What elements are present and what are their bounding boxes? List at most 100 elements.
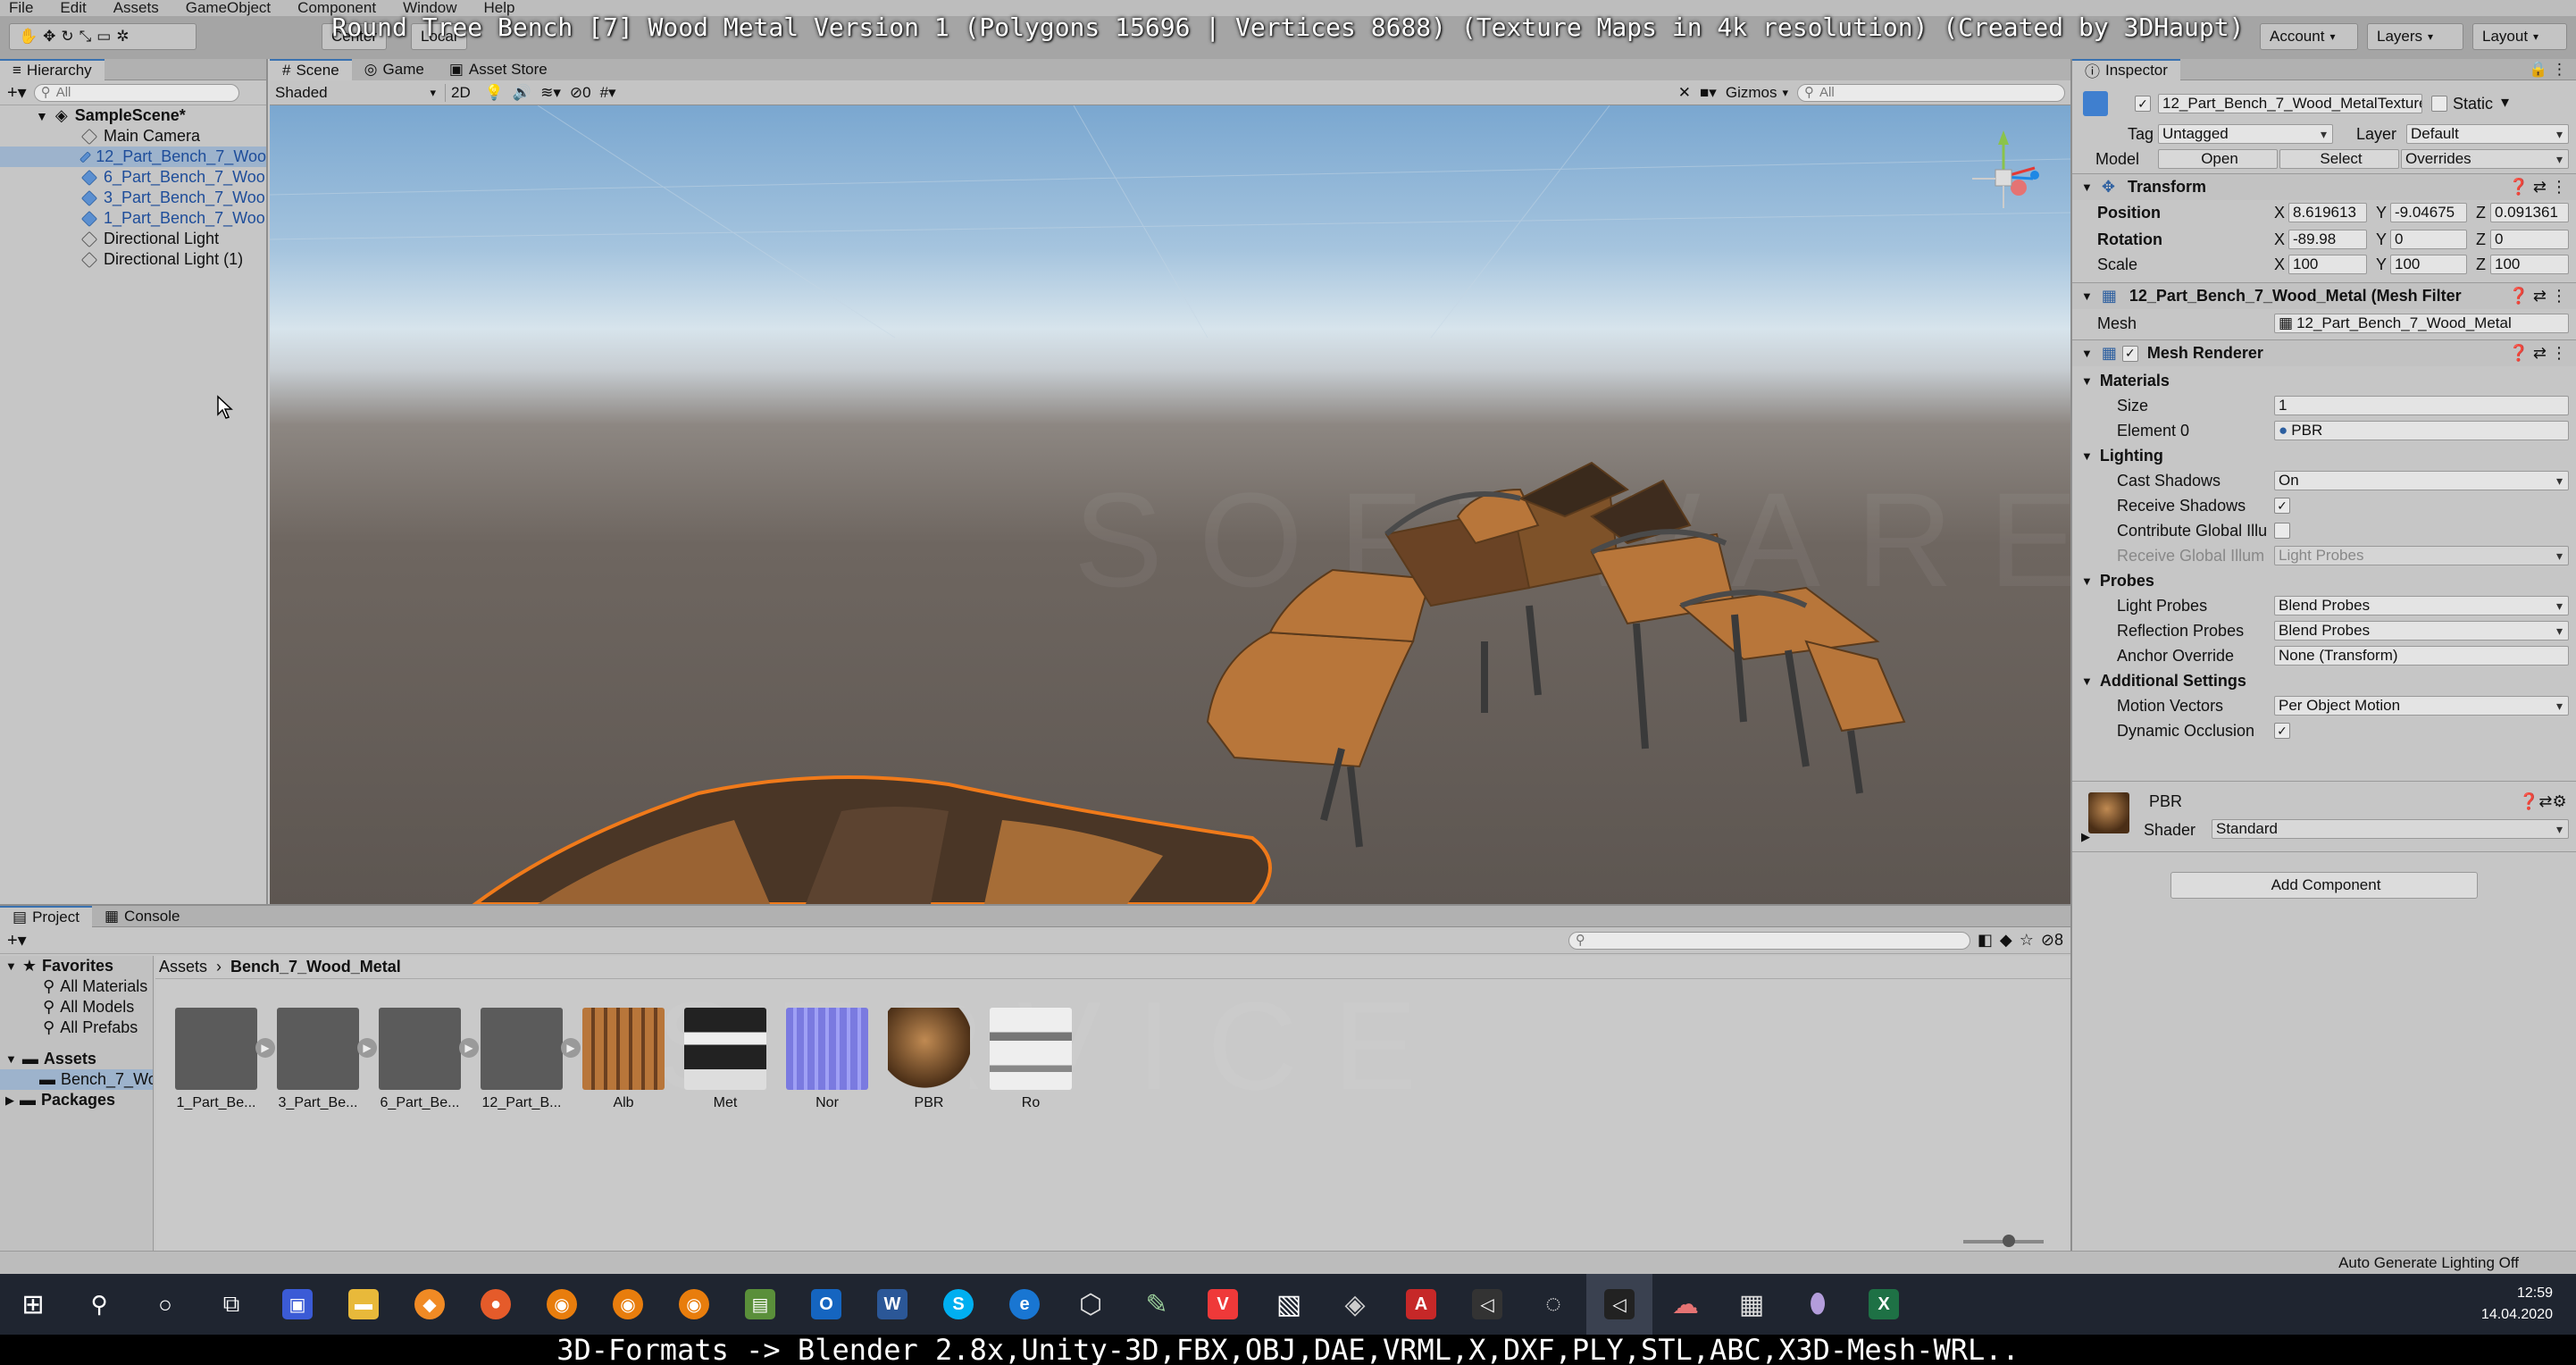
static-checkbox[interactable] (2431, 96, 2447, 112)
shader-dropdown[interactable]: Standard (2212, 819, 2569, 839)
lighting-toggle-icon[interactable]: 💡 (485, 84, 504, 102)
favorite-all-prefabs[interactable]: ⚲ All Prefabs (0, 1017, 153, 1038)
app-icon[interactable]: ◈ (1322, 1274, 1388, 1335)
asset-tile[interactable]: ▶ 3_Part_Be... (275, 1008, 377, 1111)
flame-app-icon[interactable]: ◆ (397, 1274, 463, 1335)
vivaldi-icon[interactable]: V (1190, 1274, 1256, 1335)
tab-console[interactable]: ▦ Console (92, 908, 192, 925)
tab-asset-store[interactable]: ▣ Asset Store (437, 59, 560, 80)
tab-inspector[interactable]: ⓘ Inspector (2072, 58, 2180, 80)
cast-shadows-dropdown[interactable]: On (2274, 471, 2569, 490)
account-dropdown[interactable]: Account ▾ (2260, 23, 2358, 50)
hidden-packages-toggle[interactable]: ⊘8 (2041, 931, 2063, 950)
asset-tile[interactable]: ▶ 12_Part_B... (479, 1008, 581, 1111)
asset-tile[interactable]: Ro (988, 1008, 1074, 1111)
breadcrumb-assets[interactable]: Assets (159, 958, 207, 976)
unity-editor-icon[interactable]: ◁ (1586, 1274, 1652, 1335)
search-icon[interactable]: ⚲ (66, 1274, 132, 1335)
file-explorer-icon[interactable]: ▬ (330, 1274, 397, 1335)
position-x-field[interactable]: 8.619613 (2288, 203, 2367, 222)
favorite-all-models[interactable]: ⚲ All Models (0, 997, 153, 1017)
rotation-x-field[interactable]: -89.98 (2288, 230, 2367, 249)
camera-dropdown-icon[interactable]: ■▾ (1700, 84, 1717, 102)
object-name-field[interactable]: 12_Part_Bench_7_Wood_MetalTexture-F (2158, 94, 2422, 113)
light-probes-dropdown[interactable]: Blend Probes (2274, 596, 2569, 616)
spreadsheet-app-icon[interactable]: ▤ (727, 1274, 793, 1335)
hierarchy-search-input[interactable]: All (33, 83, 239, 102)
scene-search-input[interactable]: All (1797, 83, 2065, 102)
menu-gameobject[interactable]: GameObject (186, 0, 271, 17)
hidden-objects-toggle[interactable]: ⊘0 (570, 84, 591, 102)
component-menu-icon[interactable]: ❓ ⇄ ⋮ (2509, 178, 2576, 197)
transform-header[interactable]: ▼ ✥ Transform ❓ ⇄ ⋮ (2072, 173, 2576, 200)
tab-scene[interactable]: # Scene (270, 59, 352, 80)
asset-tile[interactable]: PBR (886, 1008, 972, 1111)
tag-dropdown[interactable]: Untagged (2158, 124, 2333, 144)
materials-size-field[interactable]: 1 (2274, 396, 2569, 415)
orientation-gizmo[interactable] (1963, 123, 2044, 230)
lighting-foldout[interactable]: ▼ Lighting (2072, 443, 2576, 468)
receive-shadows-checkbox[interactable]: ✓ (2274, 498, 2290, 514)
asset-tile[interactable]: Alb (581, 1008, 666, 1111)
firefox-icon[interactable]: ● (463, 1274, 529, 1335)
hierarchy-item-12-part-bench[interactable]: 12_Part_Bench_7_Woo (0, 147, 266, 167)
paint-app-icon[interactable]: ☁ (1652, 1274, 1719, 1335)
element0-material-field[interactable]: ● PBR (2274, 421, 2569, 440)
packages-folder[interactable]: ▶ ▬ Packages (0, 1090, 153, 1110)
transform-tools[interactable]: ✋ ✥ ↻ ⤡ ▭ ✲ (9, 23, 197, 50)
hierarchy-item-6-part-bench[interactable]: 6_Part_Bench_7_Woo (0, 167, 266, 188)
move-tool-icon[interactable]: ✥ (43, 28, 55, 46)
breadcrumb-current[interactable]: Bench_7_Wood_Metal (230, 958, 401, 976)
hierarchy-item-directional-light[interactable]: Directional Light (0, 229, 266, 249)
add-object-button[interactable]: +▾ (7, 81, 27, 104)
cortana-icon[interactable]: ○ (132, 1274, 198, 1335)
grid-dropdown-icon[interactable]: #▾ (600, 84, 616, 102)
project-search-input[interactable] (1568, 931, 1970, 950)
lighting-status[interactable]: Auto Generate Lighting Off (2338, 1254, 2519, 1272)
material-menu-icon[interactable]: ❓⇄⚙ (2519, 792, 2567, 811)
assets-folder[interactable]: ▼ ▬ Assets (0, 1049, 153, 1069)
acrobat-icon[interactable]: A (1388, 1274, 1454, 1335)
lock-icon[interactable]: 🔒 ⋮ (2529, 61, 2576, 79)
hierarchy-item-directional-light-1[interactable]: Directional Light (1) (0, 249, 266, 270)
pivot-local-toggle[interactable]: Local (411, 23, 467, 50)
favorites-header[interactable]: ▼ ★ Favorites (0, 956, 153, 976)
expand-prefab-icon[interactable]: ▶ (561, 1038, 581, 1058)
expand-prefab-icon[interactable]: ▶ (255, 1038, 275, 1058)
3d-viewer-icon[interactable]: ⬡ (1058, 1274, 1124, 1335)
expand-arrow-icon[interactable]: ▼ (36, 109, 48, 123)
rotate-tool-icon[interactable]: ↻ (61, 28, 73, 46)
gizmos-dropdown[interactable]: Gizmos ▾ (1726, 84, 1788, 102)
filter-type-icon[interactable]: ◧ (1978, 931, 1993, 950)
menu-help[interactable]: Help (484, 0, 515, 17)
expand-arrow-icon[interactable]: ▶ (2081, 830, 2090, 844)
maps-pin-icon[interactable]: ⬮ (1785, 1274, 1851, 1335)
effects-dropdown-icon[interactable]: ≋▾ (540, 84, 561, 102)
rect-tool-icon[interactable]: ▭ (96, 28, 111, 46)
windows-start-icon[interactable]: ⊞ (0, 1274, 66, 1335)
component-menu-icon[interactable]: ❓ ⇄ ⋮ (2509, 344, 2576, 363)
open-button[interactable]: Open (2158, 149, 2278, 169)
menu-component[interactable]: Component (297, 0, 376, 17)
mesh-renderer-header[interactable]: ▼ ▦ ✓ Mesh Renderer ❓ ⇄ ⋮ (2072, 339, 2576, 366)
filter-label-icon[interactable]: ◆ (2000, 931, 2012, 950)
task-view-icon[interactable]: ⧉ (198, 1274, 264, 1335)
layers-dropdown[interactable]: Layers ▾ (2367, 23, 2463, 50)
anchor-override-field[interactable]: None (Transform) (2274, 646, 2569, 666)
calculator-icon[interactable]: ▦ (1719, 1274, 1785, 1335)
add-component-button[interactable]: Add Component (2170, 872, 2478, 899)
contribute-gi-checkbox[interactable] (2274, 523, 2290, 539)
hierarchy-item-main-camera[interactable]: Main Camera (0, 126, 266, 147)
tools-icon[interactable]: ✕ (1678, 84, 1691, 102)
mesh-renderer-enabled-checkbox[interactable]: ✓ (2121, 345, 2138, 362)
menu-assets[interactable]: Assets (113, 0, 159, 17)
rotation-z-field[interactable]: 0 (2490, 230, 2569, 249)
word-icon[interactable]: W (859, 1274, 925, 1335)
motion-vectors-dropdown[interactable]: Per Object Motion (2274, 696, 2569, 716)
transform-tool-icon[interactable]: ✲ (116, 28, 129, 46)
shading-mode-dropdown[interactable]: Shaded ▾ (275, 84, 436, 102)
blender-icon[interactable]: ◉ (595, 1274, 661, 1335)
dynamic-occlusion-checkbox[interactable]: ✓ (2274, 723, 2290, 739)
mesh-filter-header[interactable]: ▼ ▦ 12_Part_Bench_7_Wood_Metal (Mesh Filte… (2072, 282, 2576, 309)
tab-project[interactable]: ▤ Project (0, 905, 92, 927)
